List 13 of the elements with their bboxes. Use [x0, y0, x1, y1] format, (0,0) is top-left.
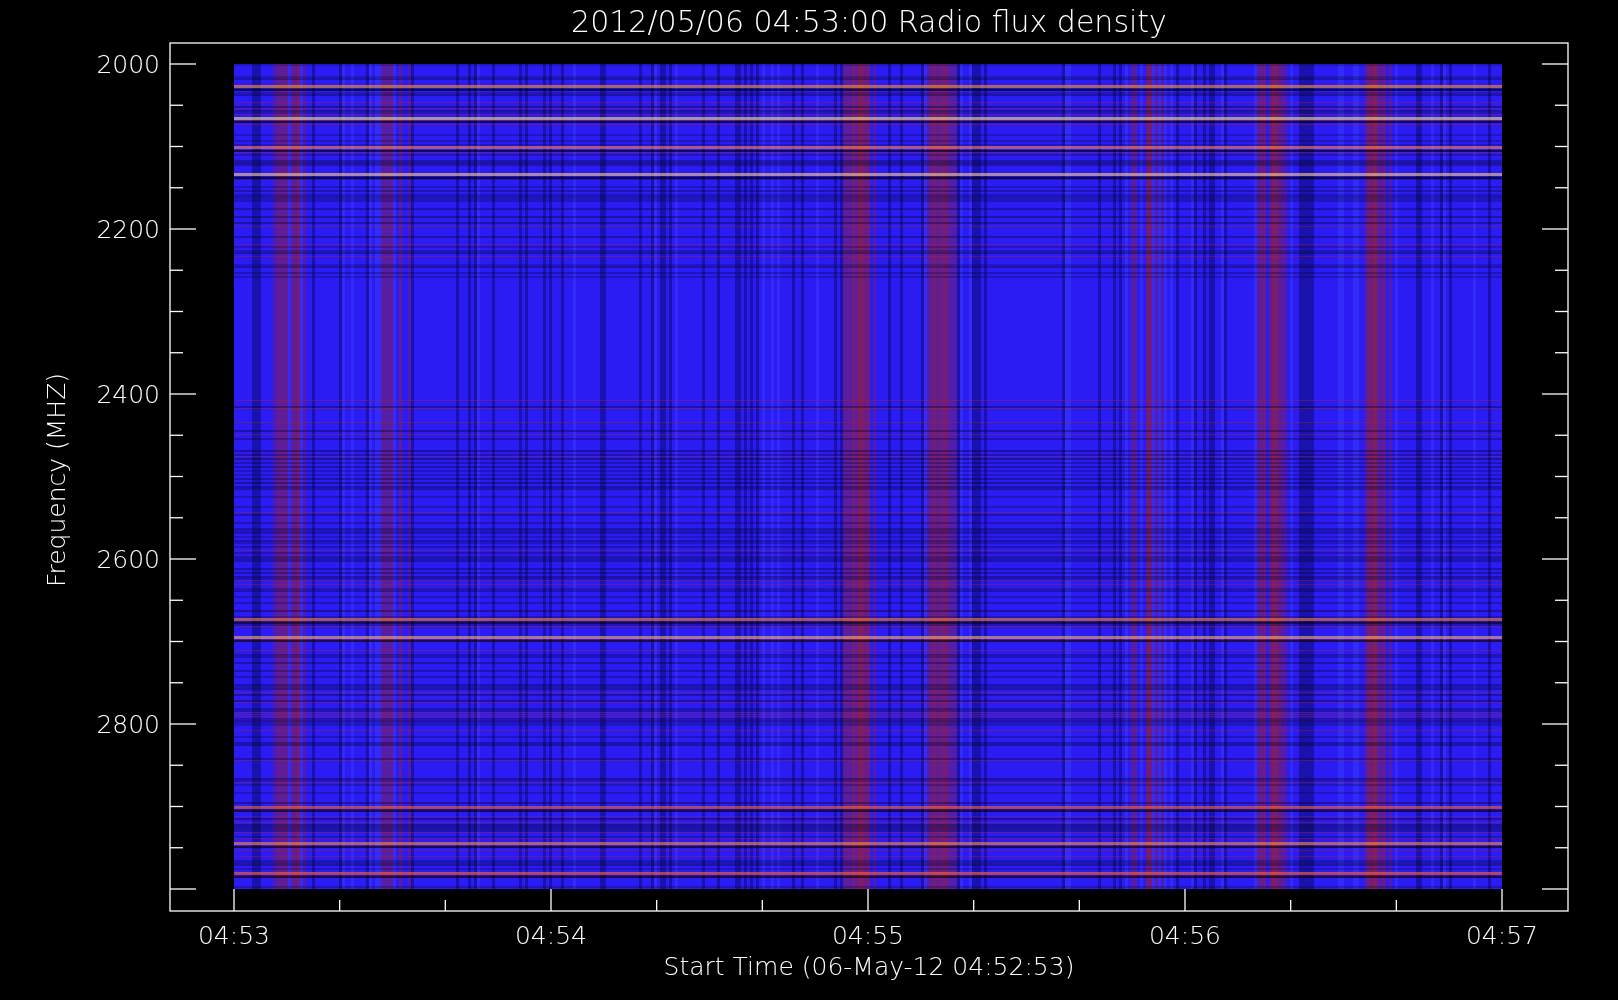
- axis-label: Start Time (06-May-12 04:52:53): [663, 952, 1075, 981]
- tick-label: 04:57: [1466, 921, 1538, 950]
- tick-label: 2600: [96, 545, 160, 574]
- tick-label: 04:53: [198, 921, 270, 950]
- tick-label: 04:55: [832, 921, 904, 950]
- plot-title: 2012/05/06 04:53:00 Radio flux density: [571, 4, 1167, 39]
- axis-label: Frequency (MHZ): [42, 372, 71, 588]
- tick-label: 2800: [96, 710, 160, 739]
- tick-label: 04:56: [1149, 921, 1221, 950]
- tick-label: 04:54: [515, 921, 587, 950]
- tick-label: 2200: [96, 215, 160, 244]
- tick-label: 2000: [96, 50, 160, 79]
- tick-label: 2400: [96, 380, 160, 409]
